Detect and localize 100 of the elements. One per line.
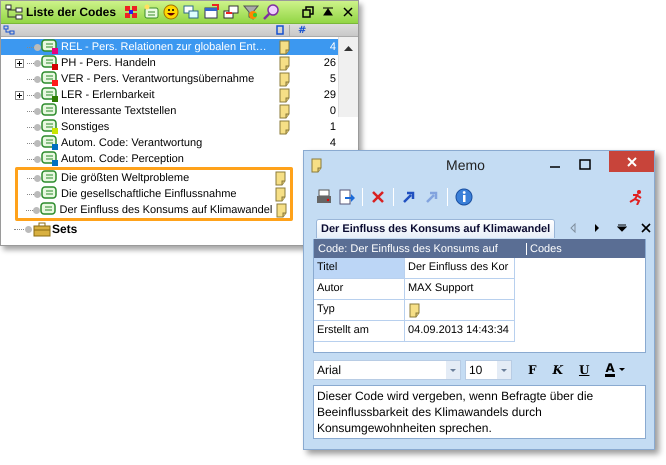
pin-icon[interactable]: [322, 6, 334, 18]
table-cell[interactable]: Erstellt am: [314, 321, 405, 342]
node-dot-icon: [34, 76, 41, 82]
window-title: Memo: [445, 157, 486, 173]
node-dot-icon: [32, 206, 40, 214]
dropdown-icon[interactable]: [617, 223, 628, 233]
code-label: REL - Pers. Relationen zur globalen Ent…: [60, 41, 268, 53]
code-row[interactable]: LER - Erlernbarkeit 29: [1, 87, 338, 103]
code-label: Autom. Code: Verantwortung: [60, 137, 204, 149]
code-row[interactable]: Die größten Weltprobleme: [18, 170, 290, 186]
windows-icon[interactable]: [183, 4, 200, 20]
copy-icon[interactable]: [223, 4, 240, 20]
table-cell: MAX Support: [405, 279, 515, 300]
code-label: PH - Pers. Handeln: [60, 57, 157, 69]
memo-icon[interactable]: [275, 202, 288, 218]
scroll-up-icon[interactable]: [344, 46, 353, 51]
maximize-icon[interactable]: [579, 159, 591, 171]
scrollbar[interactable]: [338, 37, 358, 117]
table-cell[interactable]: Typ: [314, 300, 405, 321]
code-row[interactable]: Sonstiges 1: [1, 119, 338, 135]
window-title: Liste der Codes: [26, 5, 116, 19]
code-label: LER - Erlernbarkeit: [60, 89, 156, 101]
count-value: 4: [330, 137, 336, 149]
count-value: 0: [330, 105, 336, 117]
close-button[interactable]: [609, 151, 654, 172]
search-icon[interactable]: [263, 4, 280, 20]
code-row[interactable]: Der Einfluss des Konsums auf Klimawandel: [18, 202, 290, 218]
memo-icon[interactable]: [274, 186, 286, 202]
bold-button[interactable]: F: [528, 362, 537, 376]
close-icon[interactable]: [342, 6, 354, 18]
code-row[interactable]: Die gesellschaftliche Einflussnahme: [18, 186, 290, 202]
text-color-button[interactable]: A: [605, 362, 615, 376]
table-cell: 04.09.2013 14:43:34: [405, 321, 515, 342]
code-label: Interessante Textstellen: [60, 105, 178, 117]
smiley-icon[interactable]: [163, 4, 180, 20]
memo-icon[interactable]: [278, 104, 290, 118]
node-dot-icon: [34, 140, 41, 146]
close-icon[interactable]: [641, 223, 652, 233]
code-label: Die größten Weltprobleme: [60, 172, 190, 184]
memo-icon[interactable]: [278, 88, 290, 102]
code-icon: [41, 103, 59, 119]
count-value: 4: [330, 41, 336, 53]
table-cell: Der Einfluss des Kor: [405, 258, 515, 279]
memo-icon[interactable]: [274, 170, 286, 186]
memo-icon[interactable]: [278, 56, 290, 70]
table-cell[interactable]: Titel: [314, 258, 405, 279]
memo-icon: [408, 303, 420, 318]
code-row[interactable]: Autom. Code: Verantwortung 4: [1, 135, 338, 151]
count-value: 29: [324, 89, 336, 101]
code-icon: [41, 186, 59, 202]
font-dropdown[interactable]: Arial: [313, 360, 461, 380]
code-icon: [41, 170, 59, 186]
memo-icon: [310, 158, 322, 172]
node-dot-icon: [34, 44, 41, 50]
memo-icon[interactable]: [278, 120, 290, 134]
arrow-icon[interactable]: [401, 189, 417, 205]
column-title: #: [289, 24, 338, 36]
memo-text-field[interactable]: Dieser Code wird vergeben, wenn Befragte über die Beeinflussbarkeit des Klimawandels durch Konsumgewohnheiten sprechen.: [313, 385, 646, 439]
code-icon: [40, 202, 58, 218]
node-dot-icon: [34, 174, 41, 182]
node-dot-icon: [34, 156, 41, 162]
count-value: 5: [330, 73, 336, 85]
code-tree-icon: [5, 4, 23, 20]
table-cell[interactable]: Autor: [314, 279, 405, 300]
delete-icon[interactable]: [370, 189, 386, 205]
code-row[interactable]: VER - Pers. Verantwortungsübernahme 5: [1, 71, 338, 87]
running-figure-icon[interactable]: [628, 189, 644, 205]
node-dot-icon: [34, 124, 41, 130]
size-dropdown[interactable]: 10: [465, 360, 512, 380]
code-label: VER - Pers. Verantwortungsübernahme: [60, 73, 256, 85]
memo-icon[interactable]: [278, 72, 290, 86]
printer-icon[interactable]: [316, 189, 332, 205]
node-dot-icon: [34, 108, 41, 114]
new-code-icon[interactable]: [143, 4, 160, 20]
italic-button[interactable]: K: [552, 362, 563, 376]
code-row[interactable]: PH - Pers. Handeln 26: [1, 55, 338, 71]
code-label: Autom. Code: Perception: [60, 153, 185, 165]
grid-icon[interactable]: [123, 4, 140, 20]
export-icon[interactable]: [339, 189, 355, 205]
underline-button[interactable]: U: [578, 362, 590, 376]
sets-label[interactable]: Sets: [52, 222, 78, 236]
tree-icon: [3, 25, 15, 35]
expand-icon[interactable]: [15, 90, 24, 100]
restore-icon[interactable]: [302, 6, 314, 18]
info-icon[interactable]: [455, 188, 473, 206]
code-label: Die gesellschaftliche Einflussnahme: [60, 188, 238, 200]
expand-icon[interactable]: [15, 58, 24, 68]
node-dot-icon: [25, 226, 32, 232]
code-row[interactable]: Autom. Code: Perception: [1, 151, 338, 167]
count-value: 26: [324, 57, 336, 69]
filter-icon[interactable]: [243, 4, 260, 20]
code-label: Sonstiges: [60, 121, 110, 133]
count-value: 1: [330, 121, 336, 133]
code-row[interactable]: Interessante Textstellen 0: [1, 103, 338, 119]
caret-icon[interactable]: [618, 368, 625, 372]
tab[interactable]: Der Einfluss des Konsums auf Klimawandel: [316, 218, 556, 238]
node-dot-icon: [34, 190, 41, 198]
window-icon[interactable]: [203, 4, 220, 20]
memo-icon[interactable]: [278, 40, 290, 54]
memo-column-icon: [275, 25, 285, 35]
